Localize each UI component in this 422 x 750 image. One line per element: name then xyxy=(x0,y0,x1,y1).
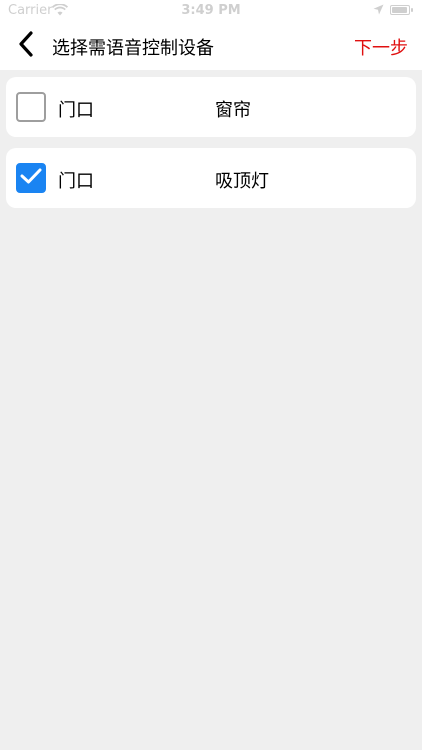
chevron-left-icon xyxy=(18,31,34,61)
room-label: 门口 xyxy=(58,100,94,121)
device-label: 吸顶灯 xyxy=(215,171,269,192)
navigation-bar: 选择需语音控制设备 下一步 xyxy=(0,22,422,70)
status-time: 3:49 PM xyxy=(181,3,241,18)
device-row[interactable]: 门口 窗帘 xyxy=(6,77,416,137)
status-bar: Carrier 3:49 PM xyxy=(0,0,422,22)
battery-icon xyxy=(390,5,413,15)
back-button[interactable] xyxy=(6,26,46,66)
device-label: 窗帘 xyxy=(215,100,251,121)
room-label: 门口 xyxy=(58,171,94,192)
device-list: 门口 窗帘 门口 吸顶灯 xyxy=(6,77,416,219)
next-step-button[interactable]: 下一步 xyxy=(354,34,408,60)
location-arrow-icon xyxy=(373,4,384,19)
checkbox-unchecked[interactable] xyxy=(16,92,46,122)
checkmark-icon xyxy=(20,167,42,189)
device-row[interactable]: 门口 吸顶灯 xyxy=(6,148,416,208)
page-title: 选择需语音控制设备 xyxy=(52,38,214,59)
checkbox-checked[interactable] xyxy=(16,163,46,193)
